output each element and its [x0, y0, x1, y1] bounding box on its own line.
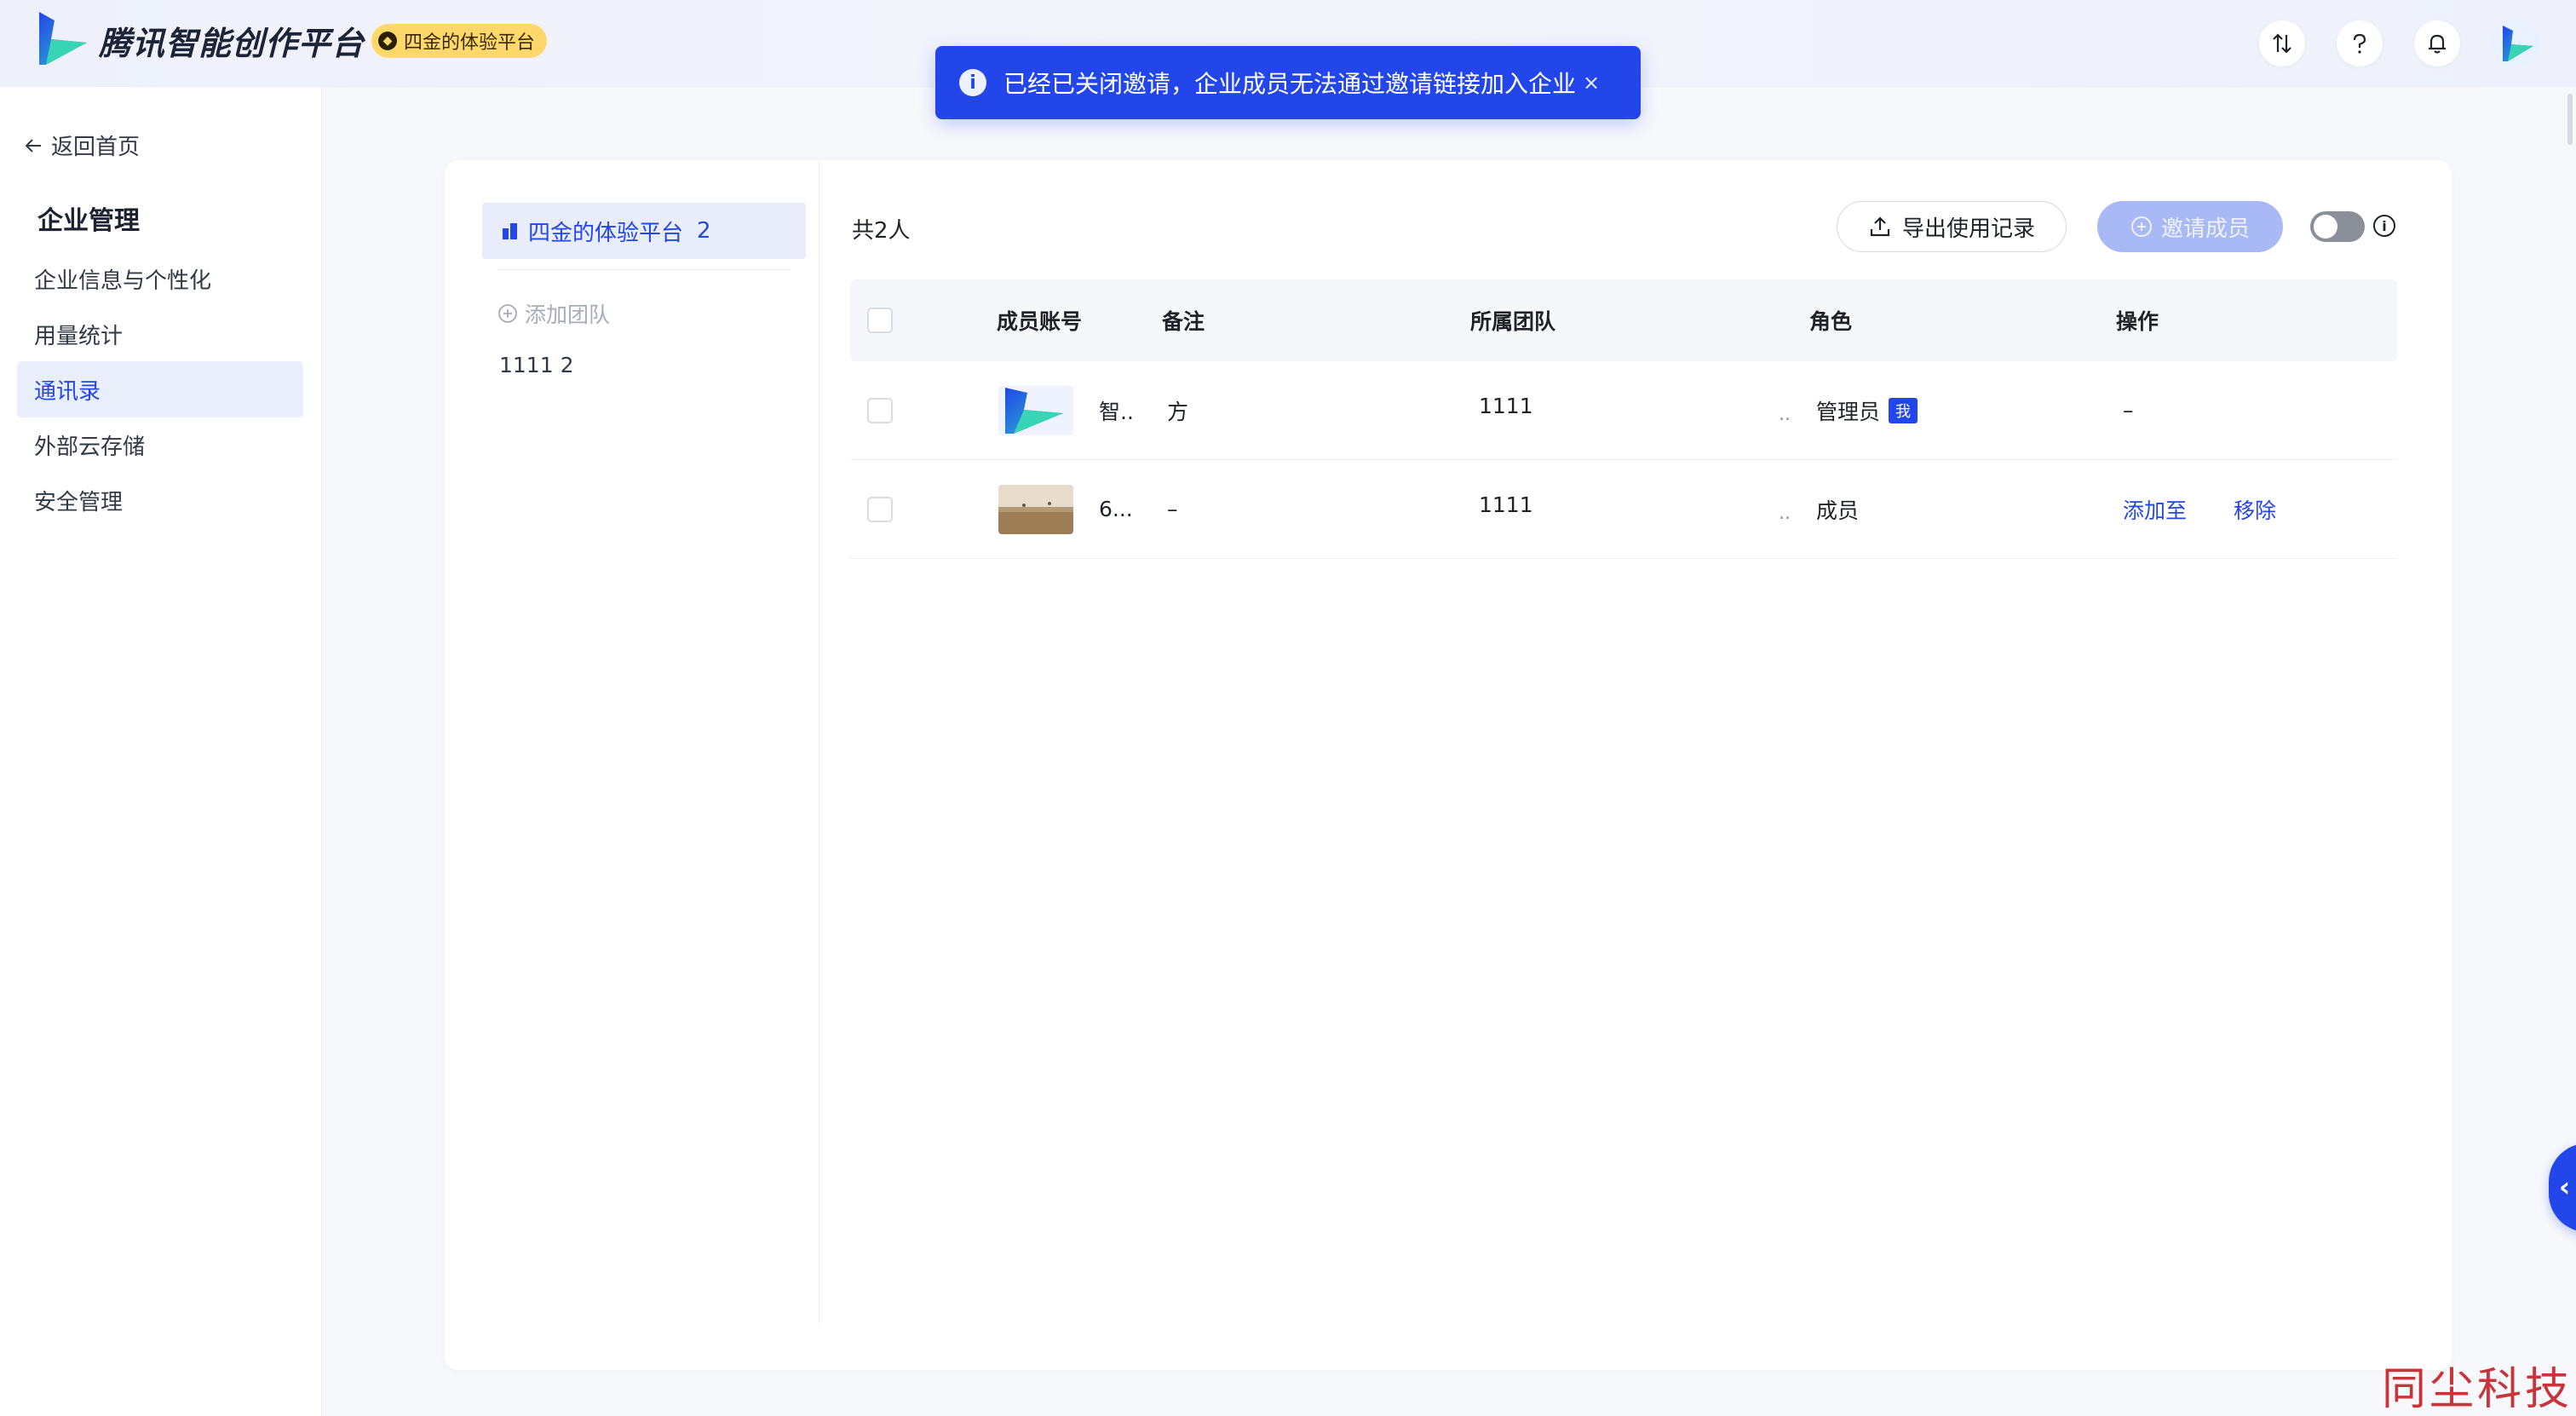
column-header: 操作	[2116, 309, 2159, 334]
sidebar-item-security[interactable]: 安全管理	[17, 472, 303, 528]
column-header: 所属团队	[1470, 309, 1556, 334]
member-account: 智..	[1099, 399, 1134, 424]
enterprise-badge[interactable]: ◆ 四金的体验平台	[371, 24, 548, 58]
info-icon[interactable]: i	[2373, 215, 2395, 237]
sidebar-title: 企业管理	[37, 206, 140, 236]
invite-member-label: 邀请成员	[2160, 216, 2250, 242]
info-icon: i	[959, 69, 986, 96]
back-home-link[interactable]: 返回首页	[24, 130, 140, 161]
members-table: 成员账号 备注 所属团队 角色 操作 智.. 方 1111 .. 管理员 我 –…	[850, 279, 2397, 559]
switch-button[interactable]	[2259, 20, 2305, 66]
team-divider	[497, 269, 791, 270]
team-root-count: 2	[697, 218, 711, 244]
sidebar-item-label: 通讯录	[34, 378, 101, 405]
member-account: 6...	[1099, 497, 1133, 521]
member-avatar	[998, 484, 1073, 534]
team-root-item[interactable]: 四金的体验平台 2	[482, 203, 806, 259]
export-records-label: 导出使用记录	[1901, 216, 2035, 242]
add-team-label: 添加团队	[525, 302, 611, 327]
sidebar-item-label: 企业信息与个性化	[34, 268, 212, 294]
bell-icon	[2429, 34, 2446, 54]
sidebar-item-label: 安全管理	[34, 489, 124, 515]
back-home-label: 返回首页	[51, 135, 141, 160]
sidebar-item-label: 外部云存储	[34, 434, 146, 460]
user-avatar[interactable]	[2491, 19, 2540, 68]
question-icon	[2353, 33, 2366, 54]
chevron-left-icon: ‹	[2559, 1171, 2571, 1203]
member-total: 共2人	[852, 218, 911, 244]
sidebar-item-usage[interactable]: 用量统计	[17, 306, 303, 362]
platform-logo-icon[interactable]	[34, 10, 90, 66]
sidebar: 返回首页 企业管理 企业信息与个性化 用量统计 通讯录 外部云存储 安全管理	[0, 87, 322, 1416]
member-team: 1111	[1479, 492, 1533, 517]
arrow-left-icon	[25, 138, 41, 153]
member-role: 管理员	[1816, 399, 1881, 424]
enterprise-badge-label: 四金的体验平台	[404, 32, 536, 54]
sidebar-item-label: 用量统计	[34, 323, 124, 349]
add-to-team-link[interactable]: 添加至	[2123, 460, 2187, 558]
toast-close-icon[interactable]: ×	[1583, 71, 1600, 95]
sidebar-item-contacts[interactable]: 通讯录	[17, 361, 303, 417]
team-root-name: 四金的体验平台	[528, 220, 684, 246]
column-header: 备注	[1162, 309, 1205, 334]
plus-circle-icon	[2130, 216, 2152, 237]
column-header: 角色	[1809, 309, 1853, 334]
building-icon	[503, 223, 517, 239]
upload-icon	[1870, 216, 1890, 237]
row-checkbox[interactable]	[867, 397, 893, 423]
gem-icon: ◆	[378, 32, 397, 50]
page-scrollbar[interactable]	[2567, 94, 2573, 145]
member-note: –	[1167, 497, 1178, 521]
toast-message: 已经已关闭邀请，企业成员无法通过邀请链接加入企业	[1003, 70, 1577, 98]
column-header: 成员账号	[997, 309, 1083, 334]
invite-toggle[interactable]	[2310, 211, 2365, 242]
sidebar-item-cloud-storage[interactable]: 外部云存储	[17, 417, 303, 473]
invite-member-button[interactable]: 邀请成员	[2097, 201, 2283, 252]
member-role: 成员	[1816, 498, 1860, 523]
contacts-card: 四金的体验平台 2 添加团队 1111 2 共2人 导出使用记录 邀请成员 i	[445, 160, 2452, 1370]
collapse-panel-button[interactable]: ‹	[2549, 1143, 2576, 1232]
member-avatar	[998, 385, 1073, 435]
row-checkbox[interactable]	[867, 496, 893, 522]
member-note: 方	[1167, 399, 1189, 424]
plus-circle-icon	[498, 304, 517, 323]
table-header: 成员账号 备注 所属团队 角色 操作	[850, 279, 2397, 361]
sidebar-item-enterprise-info[interactable]: 企业信息与个性化	[17, 250, 303, 307]
me-tag: 我	[1889, 397, 1918, 423]
notifications-button[interactable]	[2414, 20, 2460, 66]
brand-title: 腾讯智能创作平台	[99, 25, 365, 62]
watermark-text: 同尘科技	[2382, 1364, 2573, 1415]
member-team: 1111	[1479, 394, 1533, 418]
swap-arrows-icon	[2273, 33, 2291, 54]
team-more[interactable]: ..	[1779, 361, 1791, 459]
remove-member-link[interactable]: 移除	[2234, 460, 2276, 558]
team-more[interactable]: ..	[1779, 460, 1791, 558]
add-team-button[interactable]: 添加团队	[497, 298, 610, 329]
table-row: 智.. 方 1111 .. 管理员 我 –	[850, 361, 2397, 460]
select-all-checkbox[interactable]	[867, 308, 893, 333]
toast-notification: i 已经已关闭邀请，企业成员无法通过邀请链接加入企业 ×	[935, 46, 1641, 119]
member-action: –	[2123, 398, 2134, 423]
team-tree: 四金的体验平台 2 添加团队 1111 2	[445, 160, 819, 1327]
team-item-1111[interactable]: 1111 2	[499, 353, 573, 377]
export-records-button[interactable]: 导出使用记录	[1837, 201, 2067, 252]
help-button[interactable]	[2337, 20, 2383, 66]
table-row: 6... – 1111 .. 成员 添加至 移除	[850, 460, 2397, 559]
